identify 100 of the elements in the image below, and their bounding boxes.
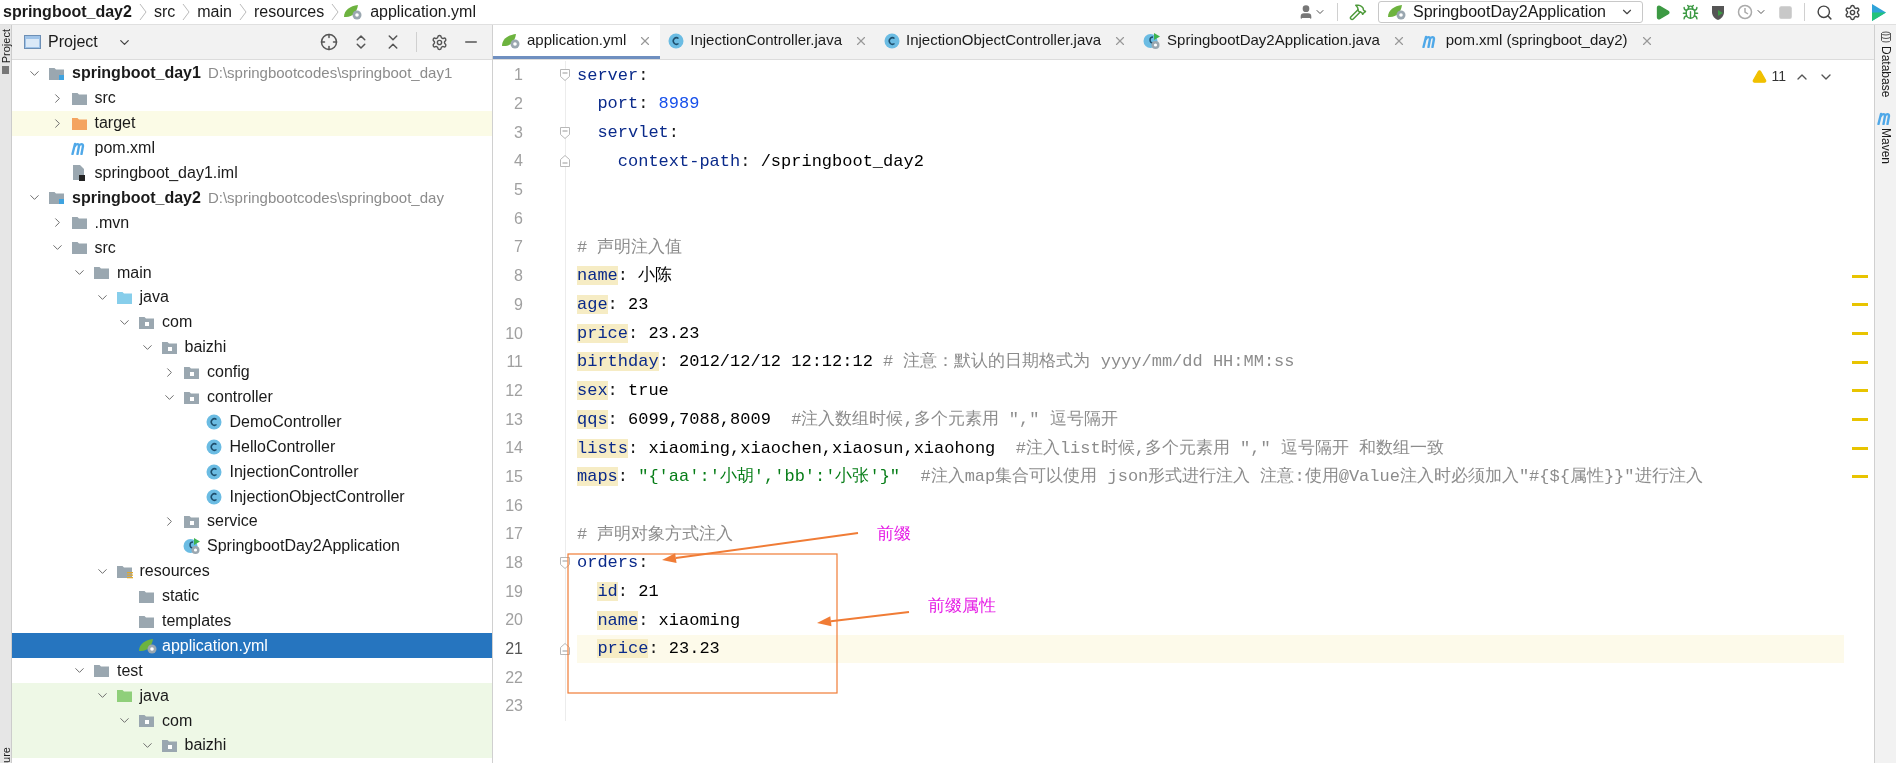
line-number: 8 bbox=[513, 266, 523, 287]
settings-icon[interactable] bbox=[1844, 3, 1861, 21]
side-tab[interactable]: Project bbox=[0, 29, 12, 64]
panel-icon bbox=[24, 35, 41, 49]
tree-item-label: springboot_day1 bbox=[72, 63, 201, 84]
package-icon bbox=[183, 364, 200, 380]
breadcrumb-item[interactable]: application.yml bbox=[367, 0, 479, 24]
warning-count[interactable]: 11 bbox=[1771, 66, 1786, 87]
tree-item-label: com bbox=[162, 312, 193, 333]
side-tab[interactable]: Maven bbox=[1878, 128, 1893, 165]
fold-marker-icon[interactable] bbox=[560, 643, 570, 656]
warning-marker[interactable] bbox=[1852, 332, 1868, 336]
tree-item-label: InjectionController bbox=[229, 461, 359, 482]
side-tab[interactable]: ure bbox=[0, 747, 12, 763]
warning-marker[interactable] bbox=[1852, 274, 1868, 278]
tree-item-label: baizhi bbox=[184, 337, 227, 358]
project-view-dropdown[interactable]: Project bbox=[24, 30, 132, 54]
code-line: maps: "{'aa':'小胡','bb':'小张'}" #注入map集合可以使用 json形式进行注入 注意:使用@Value注入时必须加入"#{${属性}}"进行注入 bbox=[577, 466, 1703, 489]
package-icon bbox=[183, 389, 200, 405]
breadcrumb-item[interactable]: src bbox=[150, 0, 179, 24]
code-line: qqs: 6099,7088,8009 #注入数组时候,多个元素用 "," 逗号隔开 bbox=[577, 408, 1118, 431]
plugin-logo-icon[interactable] bbox=[1872, 3, 1886, 21]
editor-tab[interactable]: pom.xml (springboot_day2) bbox=[1413, 25, 1662, 59]
editor-tab[interactable]: InjectionObjectController.java bbox=[876, 25, 1136, 59]
line-number: 6 bbox=[513, 208, 523, 229]
spring-class-icon bbox=[1143, 31, 1162, 50]
module-file-icon bbox=[70, 164, 87, 182]
breadcrumb-item[interactable]: resources bbox=[250, 0, 328, 24]
code-line: servlet: bbox=[596, 121, 679, 144]
resource-folder-icon bbox=[115, 563, 133, 579]
code-line: context-path: /springboot_day2 bbox=[616, 150, 924, 173]
tree-item-label: application.yml bbox=[162, 635, 268, 656]
editor-tab[interactable]: application.yml bbox=[493, 25, 661, 59]
search-icon[interactable] bbox=[1816, 3, 1833, 21]
hammer-icon[interactable] bbox=[1349, 3, 1367, 21]
line-number: 14 bbox=[504, 438, 523, 459]
annotation-label: 前缀属性 bbox=[928, 595, 996, 617]
coverage-shield-icon[interactable] bbox=[1710, 3, 1726, 21]
tree-item-label: InjectionObjectController bbox=[229, 486, 405, 507]
fold-marker-icon[interactable] bbox=[560, 69, 570, 82]
profiler-clock-icon[interactable] bbox=[1737, 3, 1755, 21]
line-number: 12 bbox=[504, 380, 523, 401]
tree-item-label: baizhi bbox=[184, 735, 227, 756]
tree-item-label: service bbox=[207, 511, 258, 532]
code-line: lists: xiaoming,xiaochen,xiaosun,xiaohong #注入list时候,多个元素用 "," 逗号隔开 和数组一致 bbox=[577, 437, 1445, 460]
line-number: 13 bbox=[504, 409, 523, 430]
breadcrumb-separator-icon bbox=[238, 3, 247, 21]
warning-marker[interactable] bbox=[1852, 303, 1868, 307]
class-icon bbox=[205, 463, 222, 480]
breadcrumb-item[interactable]: springboot_day2 bbox=[0, 0, 135, 24]
fold-marker-icon[interactable] bbox=[560, 557, 570, 570]
leaf-gear-icon bbox=[138, 637, 158, 654]
run-icon[interactable] bbox=[1654, 3, 1671, 21]
tree-item-label: controller bbox=[207, 387, 273, 407]
tree-row[interactable]: java bbox=[12, 683, 492, 709]
tree-row[interactable]: com bbox=[12, 708, 492, 734]
line-number: 11 bbox=[505, 352, 523, 373]
tree-item-label: config bbox=[207, 362, 250, 383]
warning-marker[interactable] bbox=[1852, 389, 1868, 393]
editor-tab[interactable]: InjectionController.java bbox=[660, 25, 876, 59]
tree-row[interactable]: application.yml bbox=[12, 633, 492, 659]
fold-marker-icon[interactable] bbox=[560, 155, 570, 168]
warning-marker[interactable] bbox=[1852, 446, 1868, 450]
breadcrumb-separator-icon bbox=[331, 3, 340, 21]
package-icon bbox=[160, 339, 178, 355]
tree-row[interactable]: baizhi bbox=[12, 733, 492, 758]
breadcrumb-separator-icon bbox=[182, 3, 191, 21]
tree-item-label: templates bbox=[162, 611, 232, 632]
leaf-gear-icon bbox=[343, 4, 364, 20]
tree-row[interactable]: target bbox=[12, 110, 492, 136]
fold-marker-icon[interactable] bbox=[560, 126, 570, 139]
breadcrumb-separator-icon bbox=[138, 3, 147, 21]
line-number: 7 bbox=[513, 237, 523, 258]
settings-icon[interactable] bbox=[431, 33, 448, 51]
tree-item-label: java bbox=[139, 287, 169, 308]
line-number: 21 bbox=[504, 639, 523, 660]
tree-item-label: resources bbox=[139, 561, 210, 582]
code-line: # 声明对象方式注入 bbox=[577, 523, 734, 546]
breadcrumb-item[interactable]: main bbox=[194, 0, 235, 24]
tree-item-label: target bbox=[94, 113, 136, 134]
folder-icon bbox=[93, 265, 110, 281]
locate-icon[interactable] bbox=[320, 33, 338, 51]
annotation-label: 前缀 bbox=[877, 523, 911, 545]
folder-icon bbox=[70, 90, 88, 106]
warning-marker[interactable] bbox=[1852, 360, 1868, 364]
side-tab[interactable]: Database bbox=[1878, 46, 1893, 98]
editor-tab[interactable]: SpringbootDay2Application.java bbox=[1135, 25, 1414, 59]
tree-item-label: springboot_day1.iml bbox=[94, 163, 238, 183]
line-number: 5 bbox=[513, 180, 523, 201]
module-path: D:\springbootcodes\springboot_day bbox=[207, 187, 444, 208]
warning-marker[interactable] bbox=[1852, 418, 1868, 422]
folder-icon bbox=[138, 613, 155, 629]
code-line: sex: true bbox=[577, 380, 669, 403]
panel-icon bbox=[2, 66, 9, 75]
warning-marker[interactable] bbox=[1852, 475, 1868, 479]
run-configuration-dropdown[interactable]: SpringbootDay2Application bbox=[1378, 1, 1643, 23]
user-icon[interactable] bbox=[1298, 4, 1314, 20]
code-line: price: 23.23 bbox=[596, 638, 720, 661]
debug-icon[interactable] bbox=[1682, 3, 1699, 21]
folder-icon bbox=[70, 240, 88, 256]
